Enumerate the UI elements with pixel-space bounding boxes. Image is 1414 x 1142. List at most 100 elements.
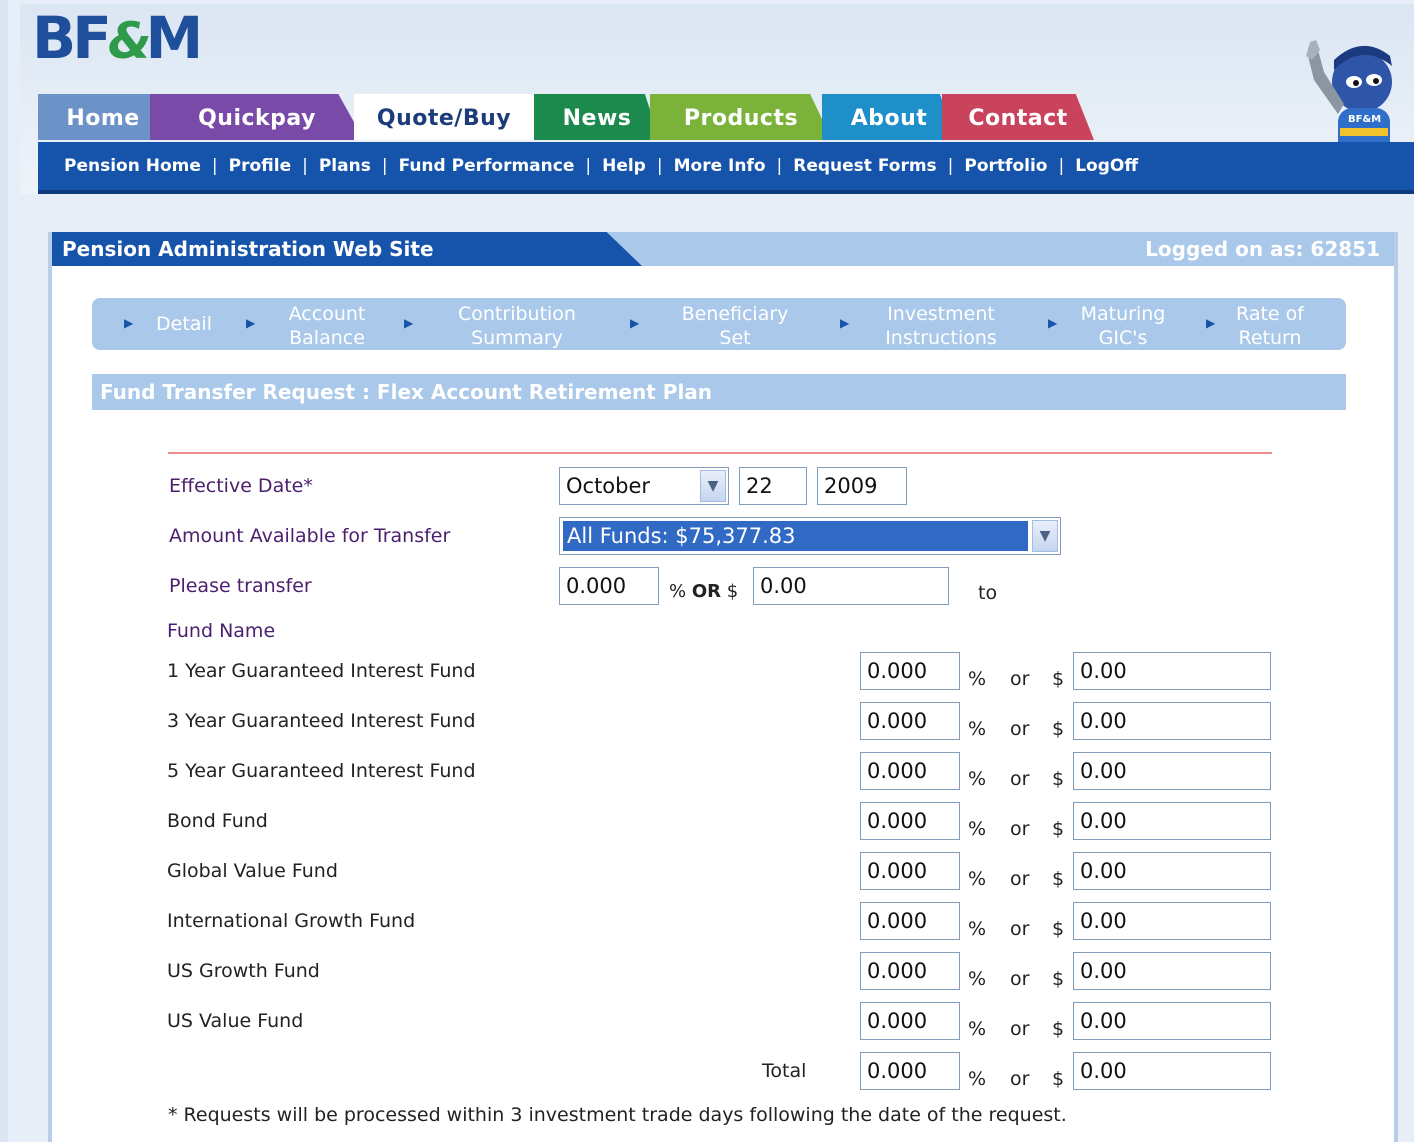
subnav-separator: | xyxy=(585,156,592,176)
percent-sign: % xyxy=(968,968,987,990)
chevron-down-icon[interactable]: ▼ xyxy=(700,470,726,502)
content-panel: Pension Administration Web Site Logged o… xyxy=(48,232,1398,1142)
fund-amount-input[interactable]: 0.00 xyxy=(1073,852,1271,890)
percent-sign: % xyxy=(669,581,687,602)
step-line2: Return xyxy=(1238,327,1302,349)
tab-products[interactable]: Products xyxy=(650,94,832,140)
step-contribution-summary[interactable]: Contribution Summary xyxy=(452,302,582,350)
fund-name: US Growth Fund xyxy=(167,960,320,982)
step-beneficiary-set[interactable]: Beneficiary Set xyxy=(676,302,794,350)
tab-home-label: Home xyxy=(66,106,140,131)
step-maturing-gics[interactable]: Maturing GIC's xyxy=(1076,302,1170,350)
step-investment-instructions[interactable]: Investment Instructions xyxy=(878,302,1004,350)
transfer-percent-input[interactable]: 0.000 xyxy=(559,567,659,605)
tab-contact-label: Contact xyxy=(968,106,1068,131)
fund-amount-input[interactable]: 0.00 xyxy=(1073,652,1271,690)
tab-contact[interactable]: Contact xyxy=(942,94,1094,140)
month-select[interactable]: October ▼ xyxy=(559,467,729,505)
step-arrow-icon: ▶ xyxy=(124,316,134,330)
subnav-profile[interactable]: Profile xyxy=(229,156,291,176)
please-transfer-label: Please transfer xyxy=(169,575,312,597)
percent-sign: % xyxy=(968,668,987,690)
step-detail-label: Detail xyxy=(156,313,212,335)
step-line1: Maturing xyxy=(1080,303,1166,325)
step-line2: Instructions xyxy=(885,327,997,349)
step-line1: Contribution xyxy=(458,303,576,325)
fund-name-header: Fund Name xyxy=(167,620,276,642)
fund-amount-input[interactable]: 0.00 xyxy=(1073,952,1271,990)
fund-amount-input[interactable]: 0.00 xyxy=(1073,1002,1271,1040)
month-select-value: October xyxy=(566,474,651,498)
step-rate-of-return[interactable]: Rate of Return xyxy=(1230,302,1310,350)
subnav-separator: | xyxy=(1058,156,1065,176)
tab-news-label: News xyxy=(562,106,632,131)
fund-percent-input[interactable]: 0.000 xyxy=(860,702,960,740)
subnav-pension-home[interactable]: Pension Home xyxy=(64,156,201,176)
tab-news[interactable]: News xyxy=(534,94,660,140)
logo-text-bf: BF xyxy=(32,4,112,72)
step-account-balance[interactable]: Account Balance xyxy=(280,302,374,350)
step-line2: Balance xyxy=(289,327,365,349)
or-label: or xyxy=(1010,1068,1030,1090)
tab-about-label: About xyxy=(850,106,928,131)
subnav-separator: | xyxy=(947,156,954,176)
year-input[interactable]: 2009 xyxy=(817,467,907,505)
total-percent-input[interactable]: 0.000 xyxy=(860,1052,960,1090)
step-arrow-icon: ▶ xyxy=(246,316,256,330)
to-label: to xyxy=(978,582,998,604)
subnav-plans[interactable]: Plans xyxy=(319,156,371,176)
step-detail[interactable]: Detail xyxy=(156,312,212,336)
subnav-separator: | xyxy=(211,156,218,176)
subnav-fund-performance[interactable]: Fund Performance xyxy=(399,156,575,176)
chevron-down-icon[interactable]: ▼ xyxy=(1032,520,1058,552)
percent-sign: % xyxy=(968,1018,987,1040)
fund-percent-input[interactable]: 0.000 xyxy=(860,752,960,790)
tab-quote-buy[interactable]: Quote/Buy xyxy=(354,94,534,140)
step-arrow-icon: ▶ xyxy=(840,316,850,330)
or-label: or xyxy=(1010,818,1030,840)
dollar-sign: $ xyxy=(1052,818,1065,840)
fund-amount-input[interactable]: 0.00 xyxy=(1073,752,1271,790)
tab-quickpay-label: Quickpay xyxy=(198,106,316,131)
fund-percent-input[interactable]: 0.000 xyxy=(860,1002,960,1040)
fund-percent-input[interactable]: 0.000 xyxy=(860,952,960,990)
fund-amount-input[interactable]: 0.00 xyxy=(1073,902,1271,940)
fund-name: Bond Fund xyxy=(167,810,268,832)
percent-sign: % xyxy=(968,868,987,890)
main-tabs: Home Quickpay Quote/Buy News Products Ab… xyxy=(38,94,1098,140)
page: BF&M BF&M Home Quickpay Quote/Buy News P… xyxy=(8,0,1414,1142)
bfm-logo[interactable]: BF&M xyxy=(32,4,203,72)
fund-percent-input[interactable]: 0.000 xyxy=(860,652,960,690)
or-label: OR xyxy=(691,581,722,602)
subnav-request-forms[interactable]: Request Forms xyxy=(793,156,936,176)
fund-percent-input[interactable]: 0.000 xyxy=(860,852,960,890)
fund-amount-input[interactable]: 0.00 xyxy=(1073,802,1271,840)
percent-sign: % xyxy=(968,1068,987,1090)
transfer-amount-input[interactable]: 0.00 xyxy=(753,567,949,605)
step-line2: Set xyxy=(719,327,751,349)
dollar-sign: $ xyxy=(1052,668,1065,690)
subnav-more-info[interactable]: More Info xyxy=(674,156,766,176)
fund-percent-input[interactable]: 0.000 xyxy=(860,902,960,940)
subnav-separator: | xyxy=(302,156,308,176)
dollar-sign: $ xyxy=(1052,718,1065,740)
effective-date-label: Effective Date* xyxy=(169,475,313,497)
or-label: or xyxy=(1010,968,1030,990)
tab-products-label: Products xyxy=(683,106,799,131)
total-label: Total xyxy=(762,1060,807,1082)
tab-home[interactable]: Home xyxy=(38,94,168,140)
total-amount-input[interactable]: 0.00 xyxy=(1073,1052,1271,1090)
or-label: or xyxy=(1010,918,1030,940)
tab-quickpay[interactable]: Quickpay xyxy=(150,94,364,140)
fund-percent-input[interactable]: 0.000 xyxy=(860,802,960,840)
subnav-logoff[interactable]: LogOff xyxy=(1075,156,1138,176)
or-label: or xyxy=(1010,768,1030,790)
divider xyxy=(168,452,1272,454)
dollar-sign: $ xyxy=(1052,868,1065,890)
fund-amount-input[interactable]: 0.00 xyxy=(1073,702,1271,740)
subnav-portfolio[interactable]: Portfolio xyxy=(964,156,1047,176)
amount-available-select[interactable]: All Funds: $75,377.83 ▼ xyxy=(559,517,1061,555)
subnav-help[interactable]: Help xyxy=(602,156,646,176)
tab-about[interactable]: About xyxy=(822,94,956,140)
day-input[interactable]: 22 xyxy=(739,467,807,505)
